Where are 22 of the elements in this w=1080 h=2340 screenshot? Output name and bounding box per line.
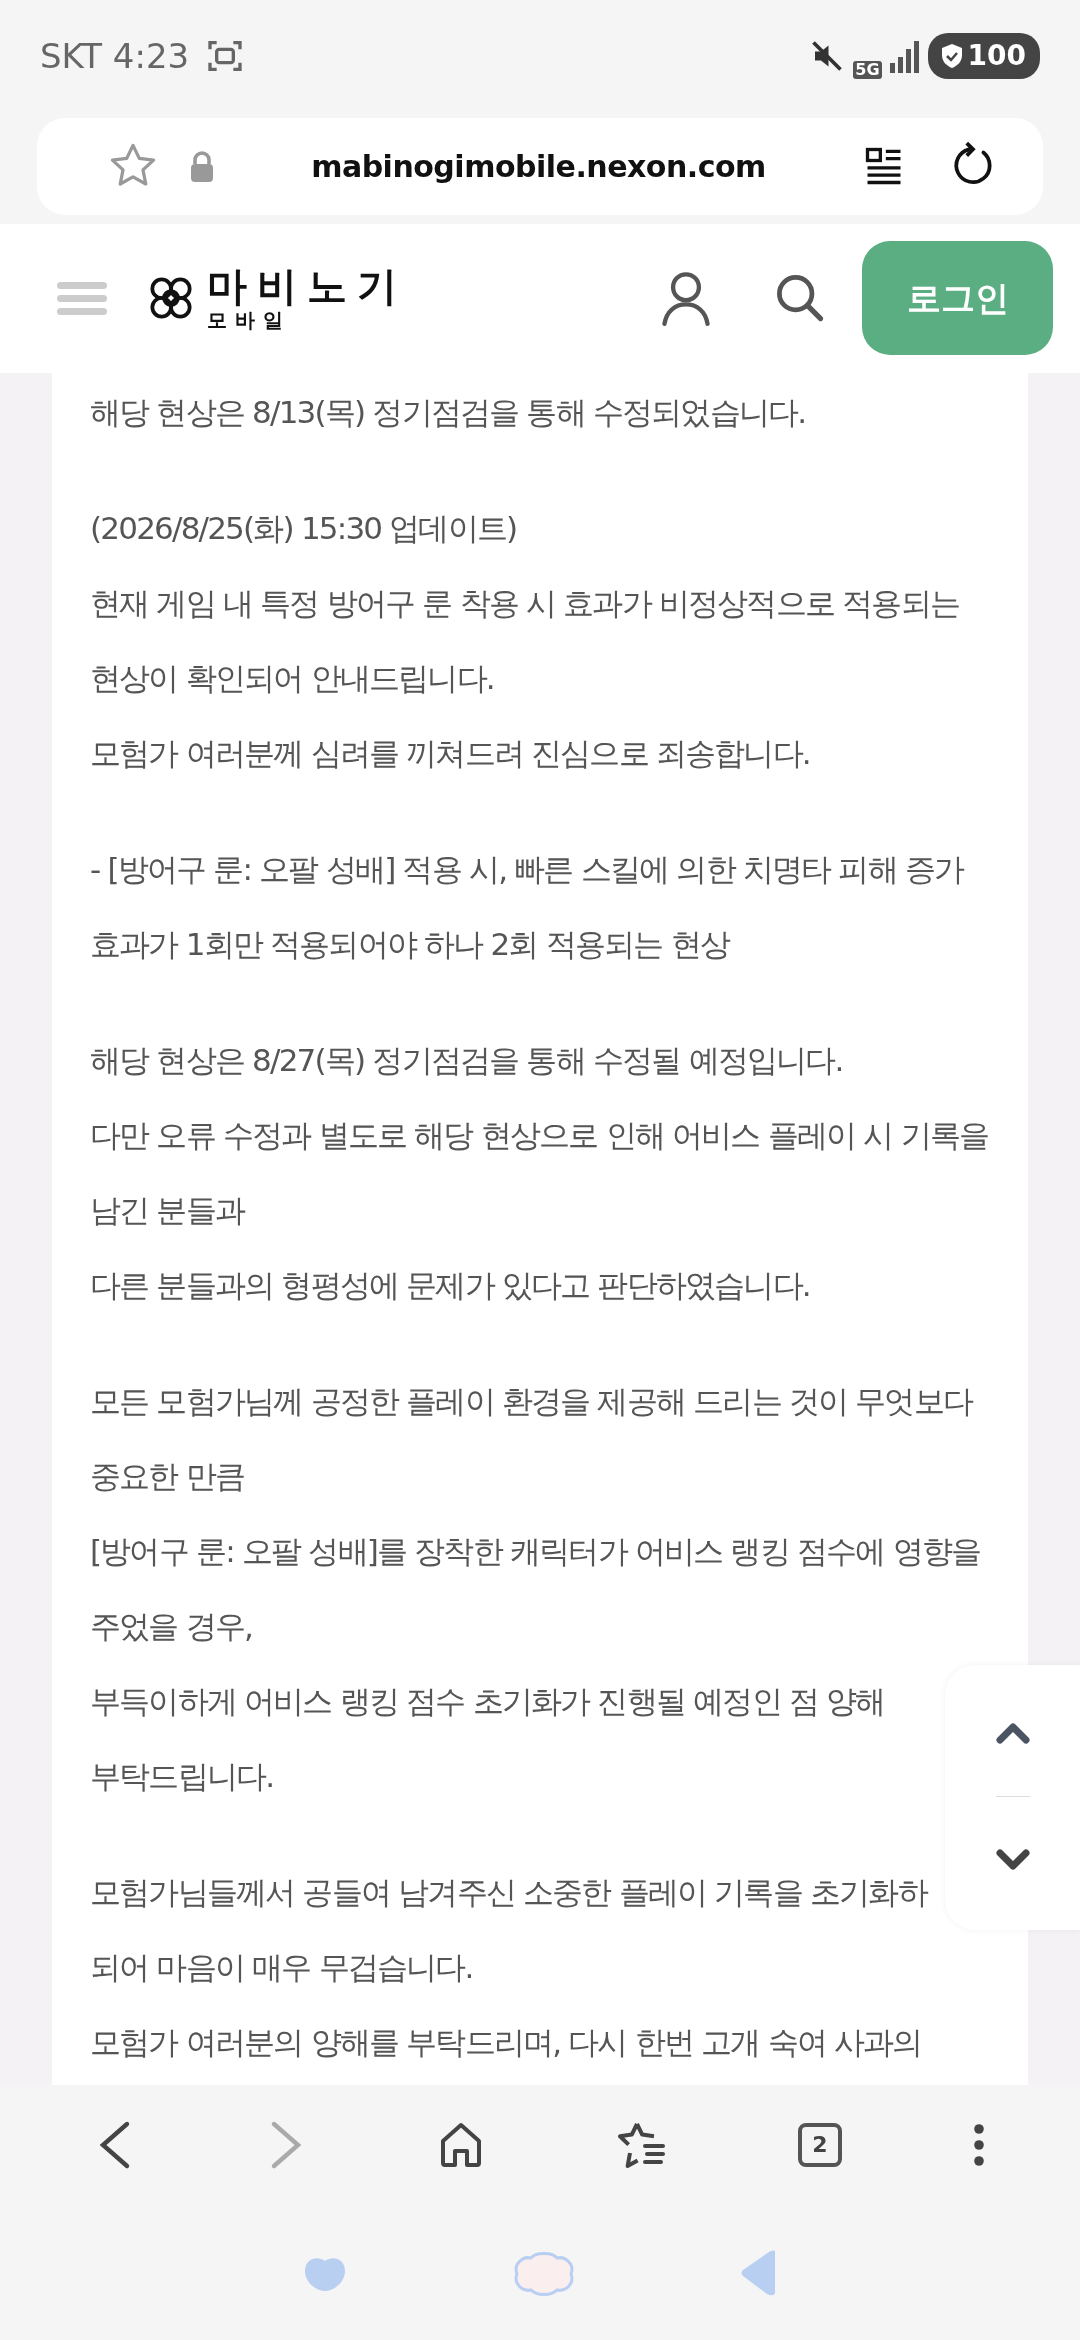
url-text: mabinogimobile.nexon.com (310, 147, 767, 186)
tab-count[interactable]: 2 (797, 2123, 842, 2167)
user-icon[interactable] (660, 270, 712, 327)
shield-icon (939, 43, 964, 70)
chevron-down-icon[interactable] (995, 1848, 1030, 1872)
logo-title[interactable]: 마비노기 (207, 266, 407, 307)
star-list-icon[interactable] (615, 2120, 668, 2170)
network-label: 5G (853, 61, 882, 79)
status-time: SKT 4:23 (40, 34, 190, 78)
paragraph: 모험가님들께서 공들여 남겨주신 소중한 플레이 기록을 초기화하 되어 마음이 매우 무겁습니다. 모험가 여러분의 양해를 부탁드리며, 다시 한번 고개 숙여 사과의 (90, 1872, 927, 2062)
logo-subtitle: 모바일 (207, 310, 292, 331)
signal-icon (889, 39, 920, 74)
battery-level: 100 (967, 38, 1026, 75)
paragraph: 모든 모험가님께 공정한 플레이 환경을 제공해 드리는 것이 무엇보다 중요한 만큼 [방어구 룬: 오팔 성배]를 장착한 캐릭터가 어비스 랭킹 점수에 영향을 주었을 경우, 부득이하게 어비스 랭킹 점수 초기화가 진행될 예정인 점 양해 부탁드립니다. (90, 1381, 981, 1796)
lock-icon (189, 150, 215, 183)
address-bar[interactable]: mabinogimobile.nexon.com (37, 117, 1043, 215)
more-icon[interactable] (972, 2123, 985, 2167)
paragraph: - [방어구 룬: 오팔 성배] 적용 시, 빠른 스킬에 의한 치명타 피해 증가 효과가 1회만 적용되어야 하나 2회 적용되는 현상 (90, 849, 964, 964)
paragraph: 해당 현상은 8/13(목) 정기점검을 통해 수정되었습니다. (90, 392, 806, 432)
chevron-up-icon[interactable] (995, 1721, 1030, 1745)
paragraph: 해당 현상은 8/27(목) 정기점검을 통해 수정될 예정입니다. 다만 오류 수정과 별도로 해당 현상으로 인해 어비스 플레이 시 기록을 남긴 분들과 다른 분들과의 형평성에 문제가 있다고 판단하였습니다. (90, 1040, 989, 1305)
paragraph: (2026/8/25(화) 15:30 업데이트) 현재 게임 내 특정 방어구 룬 착용 시 효과가 비정상적으로 적용되는 현상이 확인되어 안내드립니다. 모험가 여러분께 심려를 끼쳐드려 진심으로 죄송합니다. (90, 508, 959, 773)
